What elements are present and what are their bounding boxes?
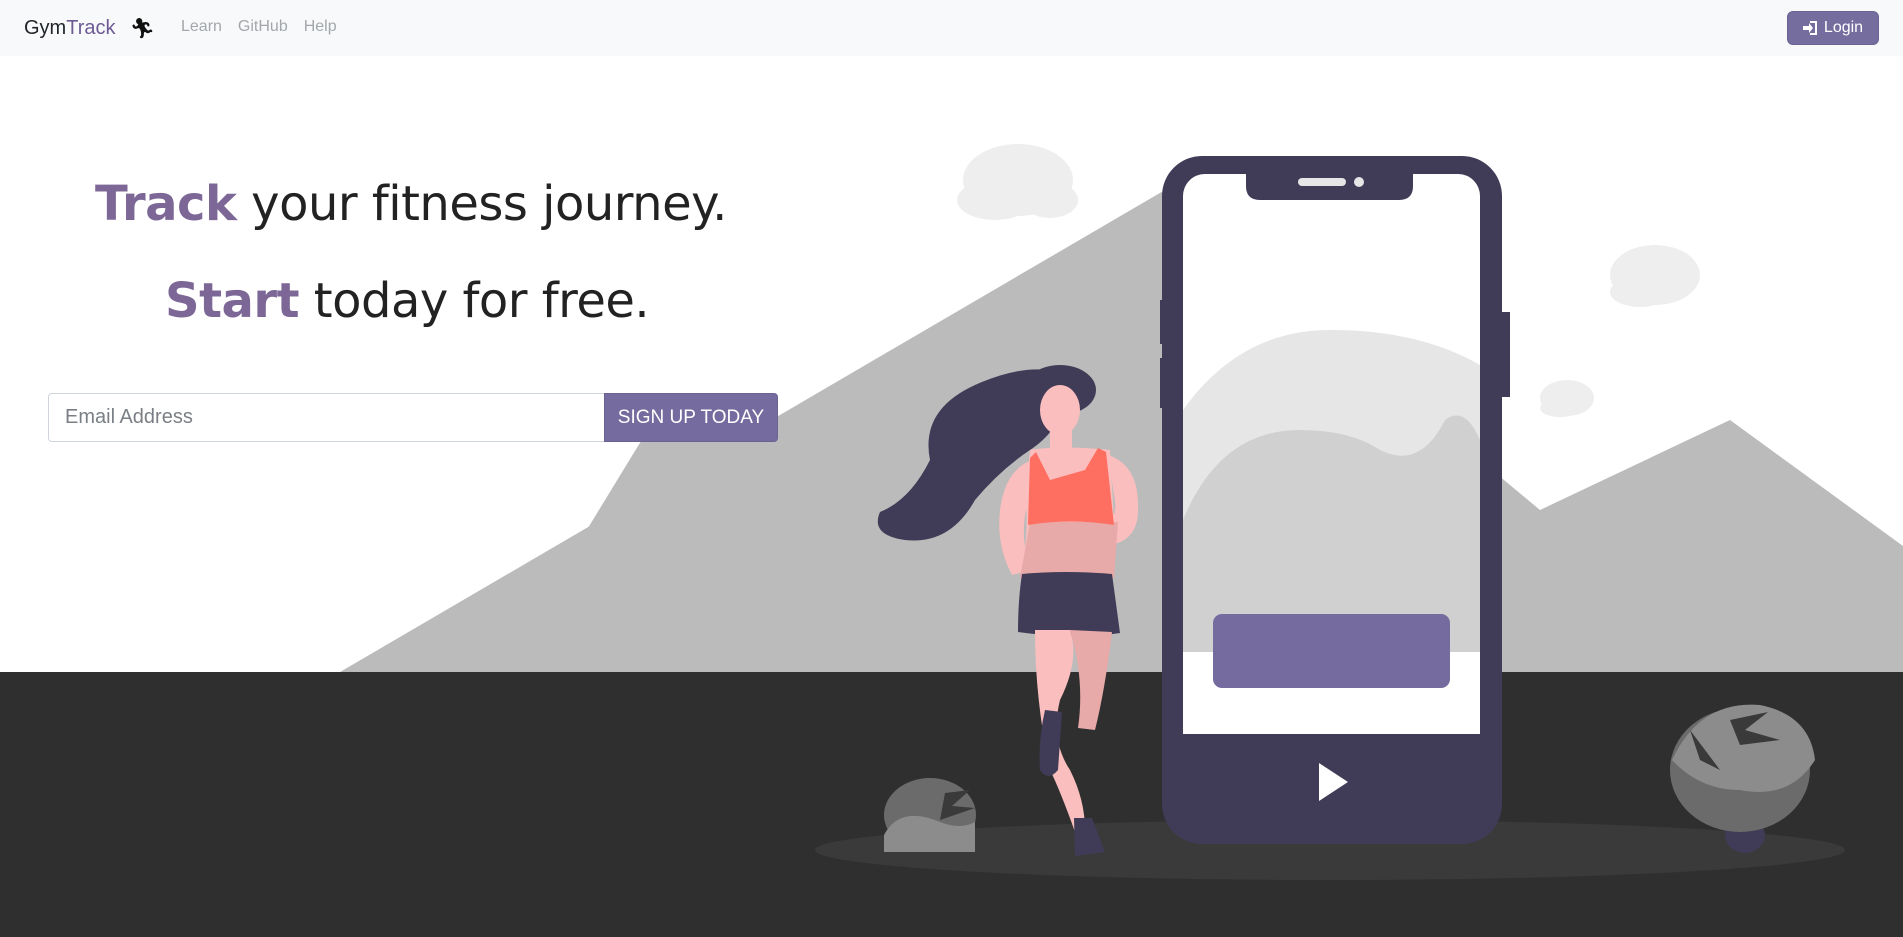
login-button[interactable]: Login xyxy=(1787,11,1879,45)
cloud-3 xyxy=(1540,380,1594,417)
brand-logo[interactable]: Gym Track 🏃︎ xyxy=(24,16,155,41)
running-man-icon: 🏃︎ xyxy=(129,18,155,40)
mountain-right xyxy=(1480,420,1903,672)
brand-name-gym: Gym xyxy=(24,17,67,39)
headline-accent-start: Start xyxy=(165,273,300,329)
headline-rest-2: today for free. xyxy=(299,273,650,329)
headline-rest-1: your fitness journey. xyxy=(236,176,727,232)
navbar: Gym Track 🏃︎ Learn GitHub Help Login xyxy=(0,0,1903,56)
nav-link-help[interactable]: Help xyxy=(304,18,337,36)
nav-link-github[interactable]: GitHub xyxy=(238,18,288,36)
cloud-2 xyxy=(1610,245,1700,307)
nav-link-learn[interactable]: Learn xyxy=(181,18,222,36)
rock-left xyxy=(884,778,976,852)
email-field[interactable] xyxy=(48,393,604,442)
headline-line-2: Start today for free. xyxy=(165,273,650,329)
phone-illustration xyxy=(1160,156,1510,844)
sign-in-icon xyxy=(1802,21,1817,35)
nav-links: Learn GitHub Help xyxy=(181,18,337,36)
login-label: Login xyxy=(1823,19,1864,36)
cloud-1 xyxy=(957,144,1078,220)
headline-accent-track: Track xyxy=(95,176,237,232)
signup-form: SIGN UP TODAY xyxy=(48,393,778,442)
hero-illustration xyxy=(0,144,1903,937)
signup-button[interactable]: SIGN UP TODAY xyxy=(604,393,778,442)
brand-name-track: Track xyxy=(66,17,116,39)
headline-line-1: Track your fitness journey. xyxy=(95,176,727,232)
